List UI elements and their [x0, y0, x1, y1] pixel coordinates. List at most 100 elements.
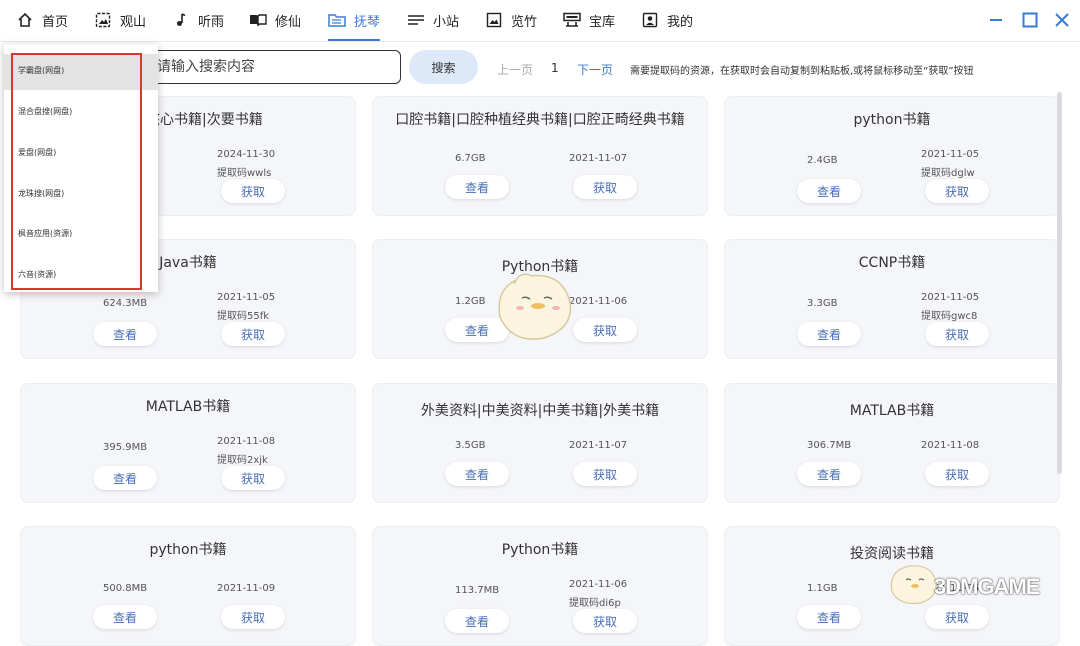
get-button[interactable]: 获取	[925, 605, 989, 629]
card-title: 外美资料|中美资料|中美书籍|外美书籍	[420, 403, 660, 419]
view-button[interactable]: 查看	[797, 179, 861, 203]
nav-item-fuqin[interactable]: 抚琴	[328, 0, 381, 41]
nav-label: 览竹	[511, 14, 538, 30]
resource-card: python书籍 2.4GB 2021-11-05 提取码dglw 查看 获取	[724, 96, 1060, 216]
nav-item-tingyu[interactable]: 听雨	[172, 0, 224, 40]
nav-item-xiuxian[interactable]: 修仙	[249, 0, 301, 40]
card-size: 3.5GB	[455, 440, 486, 451]
page-number: 1	[551, 61, 559, 75]
get-button[interactable]: 获取	[221, 605, 285, 629]
card-date: 2021-11-08	[921, 440, 980, 451]
resource-card: MATLAB书籍 306.7MB 2021-11-08 查看 获取	[724, 383, 1060, 503]
card-date: 2021-11-06	[569, 579, 628, 590]
get-button[interactable]: 获取	[573, 609, 637, 633]
top-nav-bar: 首页 观山 听雨 修仙 抚琴 小站 览竹 宝库 我的	[0, 0, 1080, 42]
view-button[interactable]: 查看	[93, 466, 157, 490]
scrollbar[interactable]	[1057, 92, 1062, 474]
home-icon	[16, 11, 34, 29]
prev-page-link[interactable]: 上一页	[497, 61, 533, 78]
card-extract-code: 提取码di6p	[569, 598, 621, 609]
maximize-button[interactable]	[1020, 10, 1040, 30]
resource-card: CCNP书籍 3.3GB 2021-11-05 提取码gwc8 查看 获取	[724, 239, 1060, 359]
card-date: 2021-11-05	[921, 149, 980, 160]
card-title: Python书籍	[501, 542, 579, 558]
search-input[interactable]	[130, 50, 401, 84]
nav-label: 观山	[120, 14, 147, 30]
card-extract-code: 提取码55fk	[217, 311, 270, 322]
resource-card: 外美资料|中美资料|中美书籍|外美书籍 3.5GB 2021-11-07 查看 获取	[372, 383, 708, 503]
get-button[interactable]: 获取	[221, 179, 285, 203]
search-button[interactable]: 搜索	[409, 50, 478, 84]
get-button[interactable]: 获取	[925, 462, 989, 486]
get-button[interactable]: 获取	[573, 462, 637, 486]
view-button[interactable]: 查看	[797, 462, 861, 486]
card-size: 624.3MB	[103, 298, 148, 309]
get-button[interactable]: 获取	[925, 322, 989, 346]
image-icon	[94, 11, 112, 29]
close-button[interactable]	[1052, 10, 1072, 30]
nav-item-guanshan[interactable]: 观山	[94, 0, 146, 40]
resource-card: python书籍 500.8MB 2021-11-09 查看 获取	[20, 526, 356, 646]
view-button[interactable]: 查看	[445, 609, 509, 633]
view-button[interactable]: 查看	[445, 462, 509, 486]
nav-item-xiaozhan[interactable]: 小站	[407, 0, 459, 40]
maximize-icon	[1022, 12, 1038, 28]
view-button[interactable]: 查看	[797, 322, 861, 346]
card-title: CCNP书籍	[858, 255, 926, 271]
card-date: 2021-11-05	[921, 292, 980, 303]
view-button[interactable]: 查看	[445, 175, 509, 199]
resource-card: Python书籍 113.7MB 2021-11-06 提取码di6p 查看 获取	[372, 526, 708, 646]
view-button[interactable]: 查看	[797, 605, 861, 629]
next-page-link[interactable]: 下一页	[577, 61, 613, 78]
get-button[interactable]: 获取	[573, 175, 637, 199]
card-size: 6.7GB	[455, 153, 486, 164]
view-button[interactable]: 查看	[93, 322, 157, 346]
nav-item-wode[interactable]: 我的	[641, 0, 693, 40]
minimize-button[interactable]	[986, 10, 1006, 30]
card-size: 395.9MB	[103, 442, 148, 453]
folder-icon	[328, 11, 346, 29]
card-extract-code: 提取码2xjk	[217, 455, 268, 466]
watermark-text: 3DMGAME	[934, 574, 1040, 599]
card-title: python书籍	[853, 112, 931, 128]
card-title: MATLAB书籍	[849, 403, 935, 419]
minimize-icon	[990, 19, 1002, 21]
card-title: python书籍	[149, 542, 227, 558]
nav-label: 修仙	[275, 14, 302, 30]
nav-item-baoku[interactable]: 宝库	[563, 0, 615, 40]
view-button[interactable]: 查看	[93, 605, 157, 629]
card-date: 2024-11-30	[217, 149, 276, 160]
card-title: MATLAB书籍	[145, 399, 231, 415]
card-title: 口腔书籍|口腔种植经典书籍|口腔正畸经典书籍	[395, 112, 685, 128]
card-date: 2021-11-06	[569, 296, 628, 307]
get-button[interactable]: 获取	[573, 318, 637, 342]
card-size: 1.2GB	[455, 296, 486, 307]
picture-icon	[485, 11, 503, 29]
nav-label: 抚琴	[354, 14, 381, 30]
card-date: 2021-11-07	[569, 440, 628, 451]
card-size: 306.7MB	[807, 440, 852, 451]
card-date: 2021-11-07	[569, 153, 628, 164]
mascot-sticker	[498, 273, 572, 340]
list-icon	[407, 11, 425, 29]
nav-item-home[interactable]: 首页	[16, 0, 68, 40]
nav-item-lanzhu[interactable]: 览竹	[485, 0, 537, 40]
close-icon	[1055, 13, 1069, 27]
card-date: 2021-11-05	[217, 292, 276, 303]
extract-code-notice: 需要提取码的资源，在获取时会自动复制到粘贴板,或将鼠标移动至“获取”按钮	[630, 66, 974, 77]
watermark-mascot	[890, 565, 937, 605]
storage-icon	[563, 11, 581, 29]
nav-label: 首页	[42, 14, 69, 30]
highlight-frame	[11, 53, 142, 290]
get-button[interactable]: 获取	[925, 179, 989, 203]
card-extract-code: 提取码dglw	[921, 168, 975, 179]
user-icon	[641, 11, 659, 29]
get-button[interactable]: 获取	[221, 322, 285, 346]
nav-label: 宝库	[589, 14, 616, 30]
get-button[interactable]: 获取	[221, 466, 285, 490]
nav-label: 听雨	[198, 14, 225, 30]
card-extract-code: 提取码wwls	[217, 168, 272, 179]
card-size: 1.1GB	[807, 583, 838, 594]
music-note-icon	[172, 11, 190, 29]
card-size: 113.7MB	[455, 585, 500, 596]
